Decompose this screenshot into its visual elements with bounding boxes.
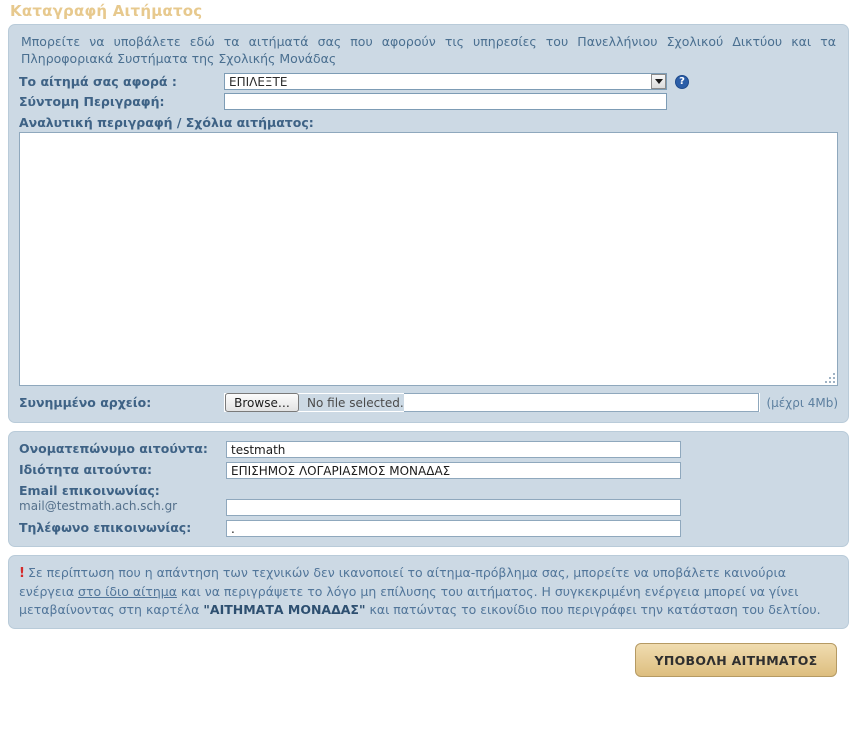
short-description-row: Σύντομη Περιγραφή: [19, 93, 838, 110]
submit-request-button[interactable]: ΥΠΟΒΟΛΗ ΑΙΤΗΜΑΤΟΣ [635, 643, 837, 677]
page-title: Καταγραφή Αιτήματος [10, 2, 203, 20]
help-circle-icon[interactable]: ? [675, 74, 689, 89]
phone-label: Τηλέφωνο επικοινωνίας: [19, 520, 192, 535]
role-input[interactable] [226, 462, 681, 479]
notice-part3: και πατώντας το εικονίδιο που περιγράφει… [365, 602, 821, 617]
short-description-input[interactable] [224, 93, 667, 110]
request-form-panel: Μπορείτε να υποβάλετε εδώ τα αιτήματά σα… [8, 24, 849, 423]
email-label: Email επικοινωνίας: mail@testmath.ach.sc… [19, 483, 226, 514]
attachment-row: Συνημμένο αρχείο: Browse… No file select… [19, 393, 838, 412]
same-request-link[interactable]: στο ίδιο αίτημα [78, 584, 177, 599]
contact-panel: Ονοματεπώνυμο αιτούντα: Ιδιότητα αιτούντ… [8, 431, 849, 547]
submit-row: ΥΠΟΒΟΛΗ ΑΙΤΗΜΑΤΟΣ [0, 629, 857, 677]
notice-panel: ! Σε περίπτωση που η απάντηση των τεχνικώ… [8, 555, 849, 629]
file-input-control[interactable]: Browse… No file selected. [224, 393, 761, 412]
phone-input[interactable] [226, 520, 681, 537]
browse-button[interactable]: Browse… [225, 393, 299, 412]
notice-text: ! Σε περίπτωση που η απάντηση των τεχνικώ… [19, 564, 838, 619]
warning-exclamation-icon: ! [19, 566, 25, 581]
fullname-row: Ονοματεπώνυμο αιτούντα: [19, 441, 838, 458]
category-row: Το αίτημά σας αφορά : ? [19, 73, 838, 90]
email-sublabel: mail@testmath.ach.sch.gr [19, 499, 178, 513]
page-root: Καταγραφή Αιτήματος Μπορείτε να υποβάλετ… [0, 0, 857, 734]
email-row: Email επικοινωνίας: mail@testmath.ach.sc… [19, 483, 838, 516]
fullname-input[interactable] [226, 441, 681, 458]
email-label-text: Email επικοινωνίας: [19, 483, 160, 498]
role-row: Ιδιότητα αιτούντα: [19, 462, 838, 479]
max-size-hint: (μέχρι 4Mb) [766, 395, 838, 410]
category-select-wrap [224, 73, 667, 90]
short-description-label: Σύντομη Περιγραφή: [19, 94, 165, 109]
intro-text: Μπορείτε να υποβάλετε εδώ τα αιτήματά σα… [21, 34, 836, 66]
category-select[interactable] [224, 73, 667, 90]
no-file-selected-text: No file selected. [307, 395, 404, 410]
detail-textarea[interactable] [19, 132, 838, 386]
file-path-strip [403, 393, 760, 412]
notice-bold-tab: "ΑΙΤΗΜΑΤΑ ΜΟΝΑΔΑΣ" [203, 602, 366, 617]
fullname-label: Ονοματεπώνυμο αιτούντα: [19, 441, 208, 456]
detail-label: Αναλυτική περιγραφή / Σχόλια αιτήματος: [19, 115, 314, 130]
detail-textarea-wrap [19, 132, 838, 386]
email-input[interactable] [226, 499, 681, 516]
attachment-label: Συνημμένο αρχείο: [19, 395, 152, 410]
phone-row: Τηλέφωνο επικοινωνίας: [19, 520, 838, 537]
role-label: Ιδιότητα αιτούντα: [19, 462, 153, 477]
category-label: Το αίτημά σας αφορά : [19, 74, 177, 89]
chevron-down-icon[interactable] [651, 74, 666, 89]
